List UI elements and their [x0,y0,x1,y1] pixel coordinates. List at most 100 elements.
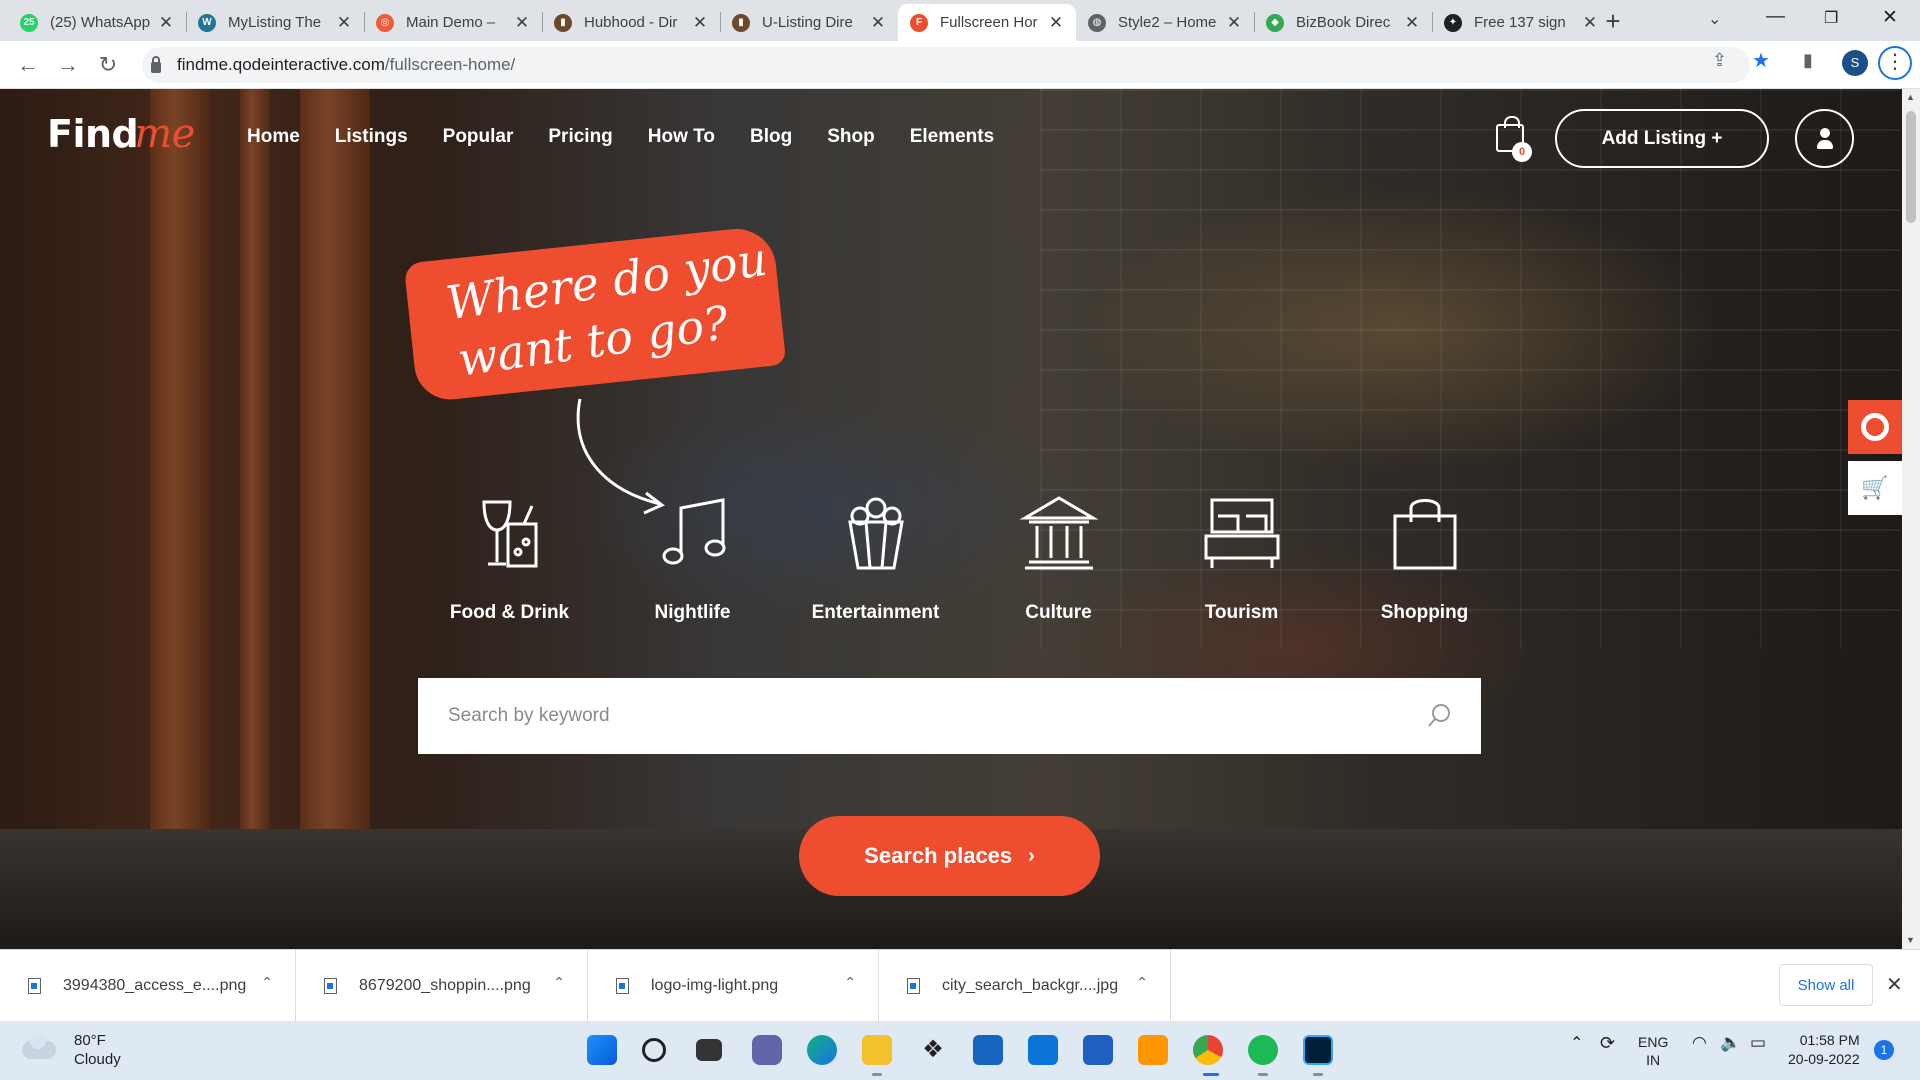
nav-popular[interactable]: Popular [443,126,514,148]
user-account-button[interactable] [1795,109,1854,168]
category-culture[interactable]: Culture [967,492,1150,624]
nav-shop[interactable]: Shop [827,126,875,148]
url-text[interactable]: findme.qodeinteractive.com/fullscreen-ho… [177,55,515,75]
scroll-up-icon[interactable]: ▲ [1906,92,1915,102]
scrollbar-thumb[interactable] [1906,111,1916,223]
download-item[interactable]: logo-img-light.png ⌃ [588,950,879,1022]
nav-elements[interactable]: Elements [910,126,994,148]
tab-close-icon[interactable]: ✕ [870,13,886,33]
search-places-button[interactable]: Search places › [799,816,1100,896]
category-entertainment[interactable]: Entertainment [784,492,967,624]
side-panel-icon[interactable]: ▮ [1803,50,1813,71]
dropbox-icon[interactable]: ❖ [918,1035,948,1065]
weather-widget[interactable]: 80°F Cloudy [22,1031,121,1069]
nav-blog[interactable]: Blog [750,126,792,148]
browser-tab[interactable]: ◆ BizBook Direc ✕ [1254,4,1432,41]
sublime-text-icon[interactable] [1138,1035,1168,1065]
side-cart-button[interactable]: 🛒 [1848,461,1902,515]
nav-pricing[interactable]: Pricing [548,126,612,148]
tab-favicon-icon: W [198,13,216,32]
browser-tab[interactable]: ◎ Main Demo – ✕ [364,4,542,41]
address-bar[interactable]: findme.qodeinteractive.com/fullscreen-ho… [142,47,1750,83]
browser-tab[interactable]: ✦ Free 137 sign ✕ [1432,4,1610,41]
chevron-up-icon[interactable]: ⌃ [553,974,565,991]
chevron-up-icon[interactable]: ⌃ [844,974,856,991]
site-logo[interactable]: Findme [47,111,195,157]
cart-button[interactable]: 0 [1493,114,1532,162]
share-icon[interactable]: ⇪ [1712,50,1727,71]
search-icon[interactable] [642,1038,666,1062]
language-indicator[interactable]: ENG [1638,1033,1668,1051]
category-nightlife[interactable]: Nightlife [601,492,784,624]
back-icon[interactable]: ← [14,51,42,79]
task-view-icon[interactable] [696,1039,722,1061]
notepad-icon[interactable] [1083,1035,1113,1065]
teams-chat-icon[interactable] [752,1035,782,1065]
tab-close-icon[interactable]: ✕ [158,13,174,33]
edge-icon[interactable] [807,1035,837,1065]
browser-tab[interactable]: 25 (25) WhatsApp ✕ [8,4,186,41]
download-item[interactable]: city_search_backgr....jpg ⌃ [879,950,1171,1022]
minimize-icon[interactable]: — [1766,6,1785,28]
windows-start-icon[interactable] [587,1035,617,1065]
new-tab-button[interactable]: + [1598,7,1628,37]
tab-close-icon[interactable]: ✕ [1226,13,1242,33]
browser-tab[interactable]: F Fullscreen Hor ✕ [898,4,1076,41]
scroll-down-icon[interactable]: ▼ [1906,935,1915,945]
category-shopping[interactable]: Shopping [1333,492,1516,624]
browser-tab[interactable]: ▮ U-Listing Dire ✕ [720,4,898,41]
nav-listings[interactable]: Listings [335,126,408,148]
tab-close-icon[interactable]: ✕ [336,13,352,33]
chevron-up-icon[interactable]: ⌃ [1136,974,1148,991]
photoshop-icon[interactable] [1303,1035,1333,1065]
reload-icon[interactable]: ↻ [94,51,122,79]
wifi-icon[interactable]: ◠ [1692,1033,1707,1053]
sync-icon[interactable]: ⟳ [1600,1033,1615,1054]
chrome-menu-icon[interactable]: ⋮ [1878,46,1912,80]
volume-icon[interactable]: 🔈 [1720,1033,1741,1053]
tab-close-icon[interactable]: ✕ [1582,13,1598,33]
show-all-downloads-button[interactable]: Show all [1779,964,1873,1006]
profile-avatar[interactable]: S [1842,50,1868,76]
chat-widget-button[interactable] [1848,400,1902,454]
bookmark-star-icon[interactable]: ★ [1752,48,1770,73]
browser-tab[interactable]: ▮ Hubhood - Dir ✕ [542,4,720,41]
page-scrollbar[interactable]: ▲ ▼ [1902,89,1920,949]
close-window-icon[interactable]: ✕ [1882,6,1898,29]
tab-favicon-icon: ▮ [732,13,750,32]
store-icon[interactable] [1028,1035,1058,1065]
lock-icon[interactable] [151,55,161,73]
browser-toolbar: ← → ↻ findme.qodeinteractive.com/fullscr… [0,41,1920,89]
browser-tab[interactable]: ◍ Style2 – Home ✕ [1076,4,1254,41]
download-item[interactable]: 8679200_shoppin....png ⌃ [296,950,588,1022]
category-food-drink[interactable]: Food & Drink [418,492,601,624]
category-tourism[interactable]: Tourism [1150,492,1333,624]
tab-close-icon[interactable]: ✕ [1404,13,1420,33]
notification-badge[interactable]: 1 [1874,1040,1894,1060]
chevron-up-icon[interactable]: ⌃ [1570,1033,1583,1053]
nav-home[interactable]: Home [247,126,300,148]
mail-icon[interactable] [973,1035,1003,1065]
spotify-icon[interactable] [1248,1035,1278,1065]
chevron-up-icon[interactable]: ⌃ [261,974,273,991]
download-item[interactable]: 3994380_access_e....png ⌃ [0,950,296,1022]
add-listing-button[interactable]: Add Listing + [1555,109,1769,168]
forward-icon[interactable]: → [54,51,82,79]
tab-search-icon[interactable]: ⌄ [1708,9,1721,29]
language-region: IN [1646,1052,1661,1068]
clock[interactable]: 01:58 PM 20-09-2022 [1788,1031,1860,1069]
nav-how-to[interactable]: How To [648,126,715,148]
search-input[interactable] [418,705,1318,727]
chrome-icon[interactable] [1193,1035,1223,1065]
tab-close-icon[interactable]: ✕ [692,13,708,33]
tab-close-icon[interactable]: ✕ [1048,13,1064,33]
close-icon[interactable]: ✕ [1886,972,1903,997]
restore-icon[interactable]: ❐ [1824,8,1838,28]
file-explorer-icon[interactable] [862,1035,892,1065]
battery-icon[interactable]: ▭ [1750,1033,1766,1053]
cart-count-badge: 0 [1512,142,1532,162]
search-icon[interactable] [1427,702,1453,728]
chat-bubble-icon [1861,413,1889,441]
browser-tab[interactable]: W MyListing The ✕ [186,4,364,41]
tab-close-icon[interactable]: ✕ [514,13,530,33]
